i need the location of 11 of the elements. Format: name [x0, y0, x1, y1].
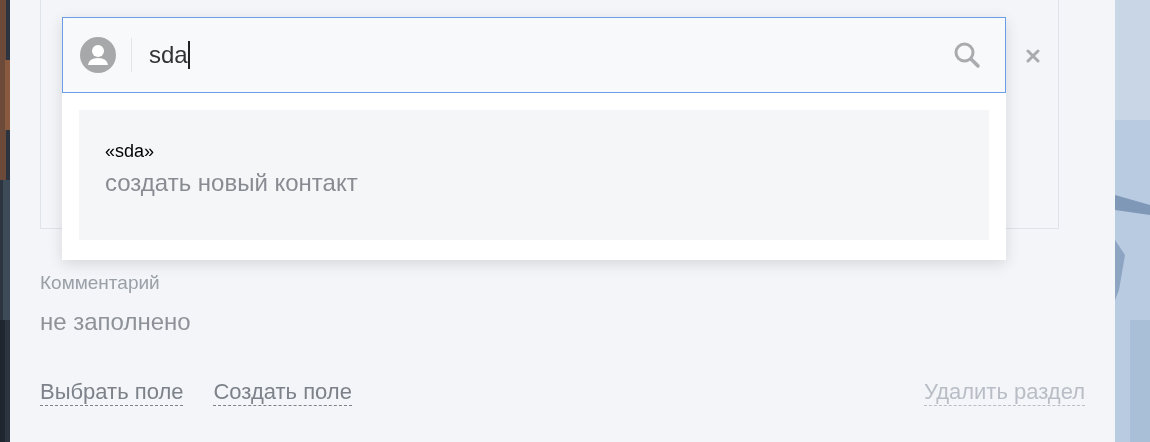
- action-link[interactable]: Выбрать поле: [40, 379, 184, 406]
- field-value: не заполнено: [40, 307, 191, 337]
- search-icon[interactable]: [953, 41, 981, 69]
- create-contact-suggestion[interactable]: «sda» создать новый контакт: [79, 110, 989, 240]
- user-icon: [80, 37, 116, 73]
- suggestion-query: «sda»: [105, 140, 155, 162]
- field-label: Комментарий: [40, 271, 160, 295]
- suggestion-action: создать новый контакт: [105, 168, 358, 198]
- close-icon[interactable]: [1026, 49, 1040, 63]
- search-field[interactable]: sda: [62, 17, 1006, 93]
- action-link[interactable]: Создать поле: [213, 379, 352, 406]
